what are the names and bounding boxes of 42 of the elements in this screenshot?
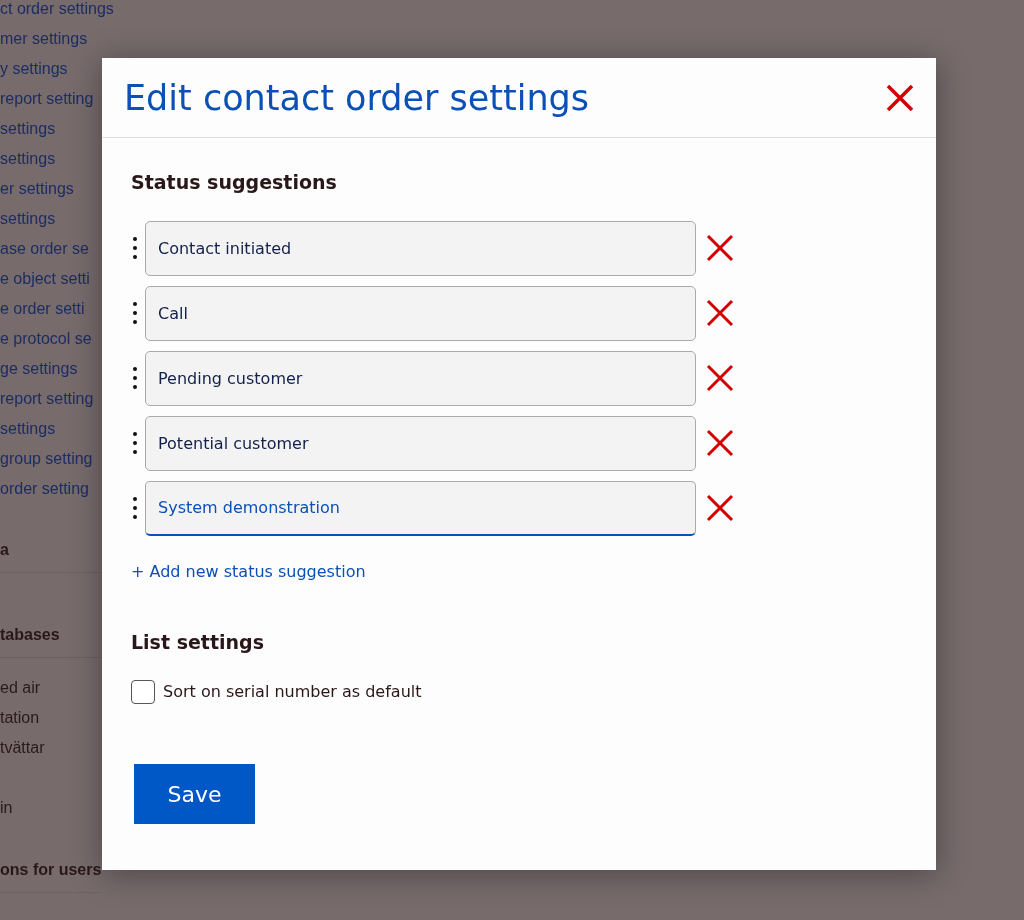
sidebar-link[interactable]: er settings <box>0 180 74 210</box>
list-item[interactable]: in <box>0 796 45 826</box>
sidebar-link[interactable]: ct order settings <box>0 0 114 30</box>
list-item[interactable]: ed air <box>0 676 45 706</box>
section-heading: List settings <box>131 629 265 655</box>
close-icon[interactable] <box>886 83 914 112</box>
section-heading: Status suggestions <box>131 170 338 195</box>
sidebar-link[interactable]: report setting <box>0 90 94 120</box>
sidebar-link[interactable]: ge settings <box>0 360 78 390</box>
section-heading: a <box>0 538 101 573</box>
sidebar-link[interactable]: e object setti <box>0 270 90 300</box>
sidebar-link[interactable]: settings <box>0 210 56 240</box>
checkbox[interactable] <box>131 680 155 704</box>
sidebar-link[interactable]: e protocol se <box>0 330 92 360</box>
save-button[interactable]: Save <box>134 764 255 824</box>
dialog-title: Edit contact order settings <box>124 76 590 119</box>
delete-icon[interactable] <box>706 494 734 522</box>
sidebar-link[interactable]: group setting <box>0 450 93 480</box>
delete-icon[interactable] <box>706 299 734 327</box>
list-item[interactable]: tation <box>0 706 45 736</box>
sidebar-link[interactable]: mer settings <box>0 30 88 60</box>
sidebar-link[interactable]: settings <box>0 150 56 180</box>
delete-icon[interactable] <box>706 429 734 457</box>
delete-icon[interactable] <box>706 234 734 262</box>
add-link[interactable]: + Add new status suggestion <box>131 561 366 581</box>
sidebar-link[interactable]: e order setti <box>0 300 85 330</box>
sidebar-link[interactable]: y settings <box>0 60 68 90</box>
delete-icon[interactable] <box>706 364 734 392</box>
checkbox-label: Sort on serial number as default <box>163 681 422 703</box>
sidebar-link[interactable]: settings <box>0 120 56 150</box>
text-field[interactable]: System demonstration <box>145 480 696 536</box>
text-field[interactable]: Call <box>145 285 696 341</box>
section-heading: ons for users <box>0 858 101 893</box>
sidebar-link[interactable]: ase order se <box>0 240 89 270</box>
text-field[interactable]: Pending customer <box>145 350 696 406</box>
sidebar-link[interactable]: order setting <box>0 480 89 510</box>
sidebar-link[interactable]: report setting <box>0 390 94 420</box>
list-item[interactable]: tvättar <box>0 736 45 766</box>
text-field[interactable]: Potential customer <box>145 415 696 471</box>
text-field[interactable]: Contact initiated <box>145 220 696 276</box>
section-heading: tabases <box>0 623 101 658</box>
sidebar-link[interactable]: settings <box>0 420 56 450</box>
